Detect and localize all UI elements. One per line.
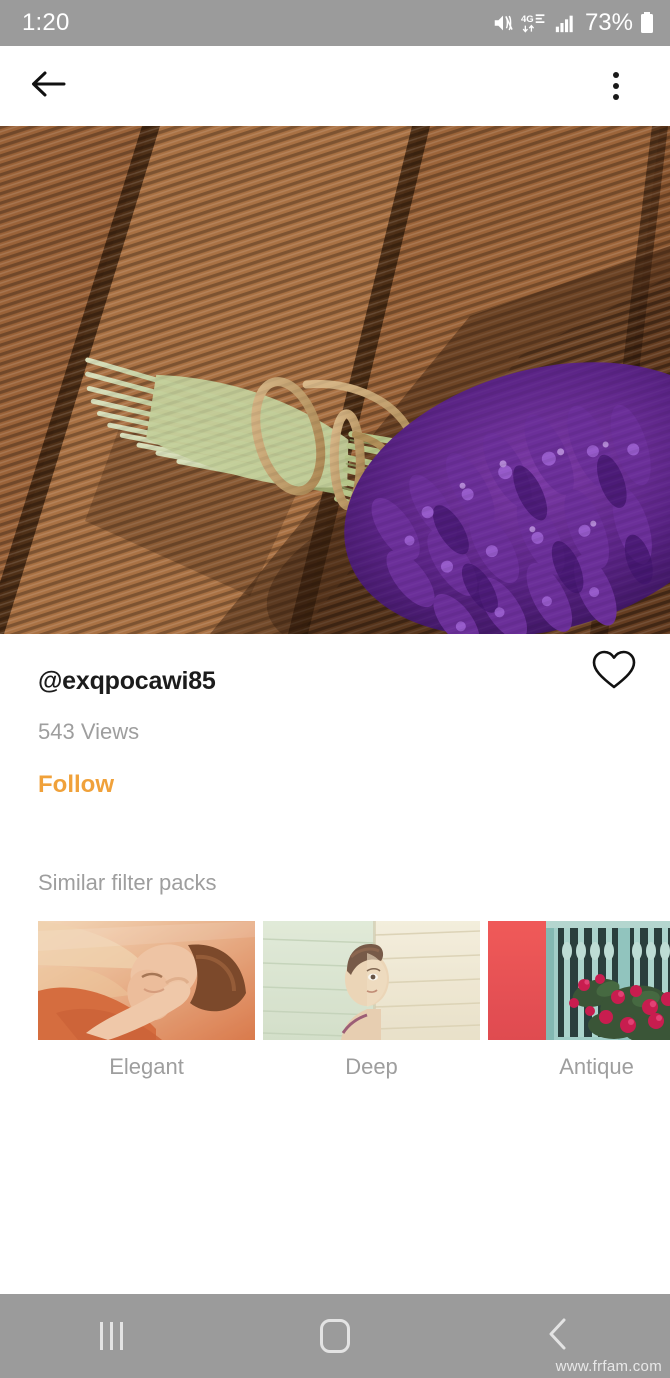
warm-orange-portrait-thumbnail [38,920,255,1040]
overflow-menu-button[interactable] [592,62,640,110]
similar-packs-strip[interactable]: Elegant Deep Antique [38,920,670,1079]
similar-filter-packs-section: Similar filter packs Elegant Deep Antiqu… [0,871,670,1079]
pale-green-cream-portrait-thumbnail [263,920,480,1040]
status-time: 1:20 [22,9,70,36]
recents-icon [100,1322,124,1350]
filter-pack-label: Deep [345,1053,398,1079]
watermark-label: www.frfam.com [555,1358,662,1375]
post-meta: @exqpocawi85 543 Views Follow [0,634,670,799]
view-count-label: 543 Views [38,719,140,744]
similar-packs-title: Similar filter packs [38,870,217,895]
follow-button[interactable]: Follow [38,771,114,798]
filter-pack-label: Elegant [109,1053,184,1079]
recents-button[interactable] [52,1294,172,1378]
status-bar: 1:20 4G 73% [0,0,670,46]
app-bar [0,46,670,126]
like-button[interactable] [586,646,642,698]
phone-screen: 1:20 4G 73% @exqpocawi85 543 Views Follo… [0,0,670,1378]
back-button[interactable] [24,62,72,110]
filter-pack-item[interactable]: Antique [488,920,670,1079]
content-spacer [0,1078,670,1294]
home-icon [319,1319,350,1353]
overflow-menu-icon [613,72,619,100]
signal-bars-icon [554,12,576,34]
heart-outline-icon [591,649,637,696]
filter-pack-item[interactable]: Deep [263,920,480,1079]
hero-photo[interactable] [0,126,670,634]
filter-pack-thumbnail [488,920,670,1040]
username-row: @exqpocawi85 [38,650,636,698]
filter-pack-item[interactable]: Elegant [38,920,255,1079]
battery-icon [640,11,654,35]
mute-icon [492,12,514,34]
android-nav-bar: www.frfam.com [0,1294,670,1378]
lavender-bouquet-photo [0,126,670,634]
4g-lte-data-icon: 4G [521,12,547,34]
filter-pack-thumbnail [263,920,480,1040]
filter-pack-label: Antique [559,1053,634,1079]
battery-percent-label: 73% [584,9,633,36]
back-arrow-icon [30,68,66,105]
username-label: @exqpocawi85 [38,667,216,695]
svg-text:4G: 4G [521,14,534,25]
nav-back-icon [545,1317,571,1356]
status-icons: 4G 73% [492,11,654,35]
red-wall-teal-window-flowers-thumbnail [488,920,670,1040]
filter-pack-thumbnail [38,920,255,1040]
home-button[interactable] [275,1294,395,1378]
